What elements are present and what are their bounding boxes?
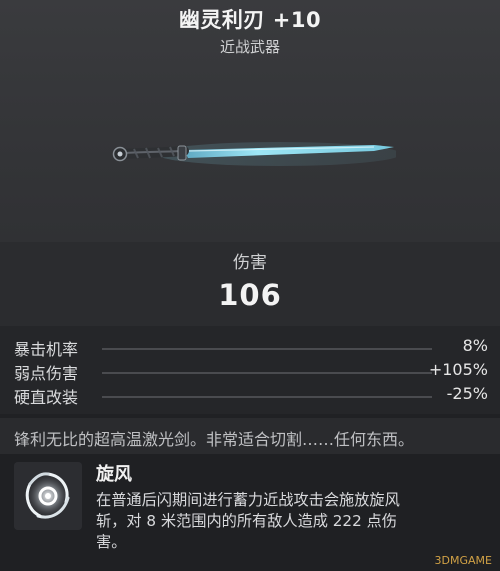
item-detail-card: 幽灵利刃 +10 近战武器 伤害 106 暴击机率 8% 弱点伤害 +105% … <box>0 0 500 571</box>
damage-panel: 伤害 106 <box>0 242 500 326</box>
stat-label: 弱点伤害 <box>14 364 79 383</box>
item-name: 幽灵利刃 +10 <box>178 8 322 32</box>
item-header: 幽灵利刃 +10 近战武器 <box>0 0 500 242</box>
watermark-text: 3DMGAME <box>434 554 492 567</box>
stats-section: 暴击机率 8% 弱点伤害 +105% 硬直改装 -25% <box>0 326 500 414</box>
item-type: 近战武器 <box>219 38 280 56</box>
stat-row-stagger-mod: 硬直改装 -25% <box>14 384 488 408</box>
stat-row-weakspot-damage: 弱点伤害 +105% <box>14 360 488 384</box>
ability-title: 旋风 <box>96 464 132 485</box>
stat-label: 硬直改装 <box>14 388 79 407</box>
ability-line: 害。 <box>96 533 127 551</box>
stat-divider-line <box>102 396 432 398</box>
ability-line: 在普通后闪期间进行蓄力近战攻击会施放旋风 <box>96 491 400 509</box>
stat-value: 8% <box>462 336 488 355</box>
stat-row-crit-chance: 暴击机率 8% <box>14 336 488 360</box>
description-panel: 锋利无比的超高温激光剑。非常适合切割……任何东西。 <box>0 418 500 454</box>
stat-divider-line <box>102 348 432 350</box>
damage-value: 106 <box>218 278 282 312</box>
ability-panel: 旋风 在普通后闪期间进行蓄力近战攻击会施放旋风 斩，对 8 米范围内的所有敌人造… <box>0 454 500 571</box>
stat-value: +105% <box>428 360 488 379</box>
ability-line: 斩，对 8 米范围内的所有敌人造成 222 点伤 <box>96 512 397 530</box>
description-text: 锋利无比的超高温激光剑。非常适合切割……任何东西。 <box>14 430 415 449</box>
stat-label: 暴击机率 <box>14 340 79 359</box>
damage-label: 伤害 <box>233 253 267 273</box>
energy-sword-icon <box>112 142 396 166</box>
stat-value: -25% <box>446 384 488 403</box>
ability-description: 在普通后闪期间进行蓄力近战攻击会施放旋风 斩，对 8 米范围内的所有敌人造成 2… <box>96 490 486 553</box>
stat-divider-line <box>102 372 432 374</box>
whirlwind-burst-icon <box>14 462 82 530</box>
